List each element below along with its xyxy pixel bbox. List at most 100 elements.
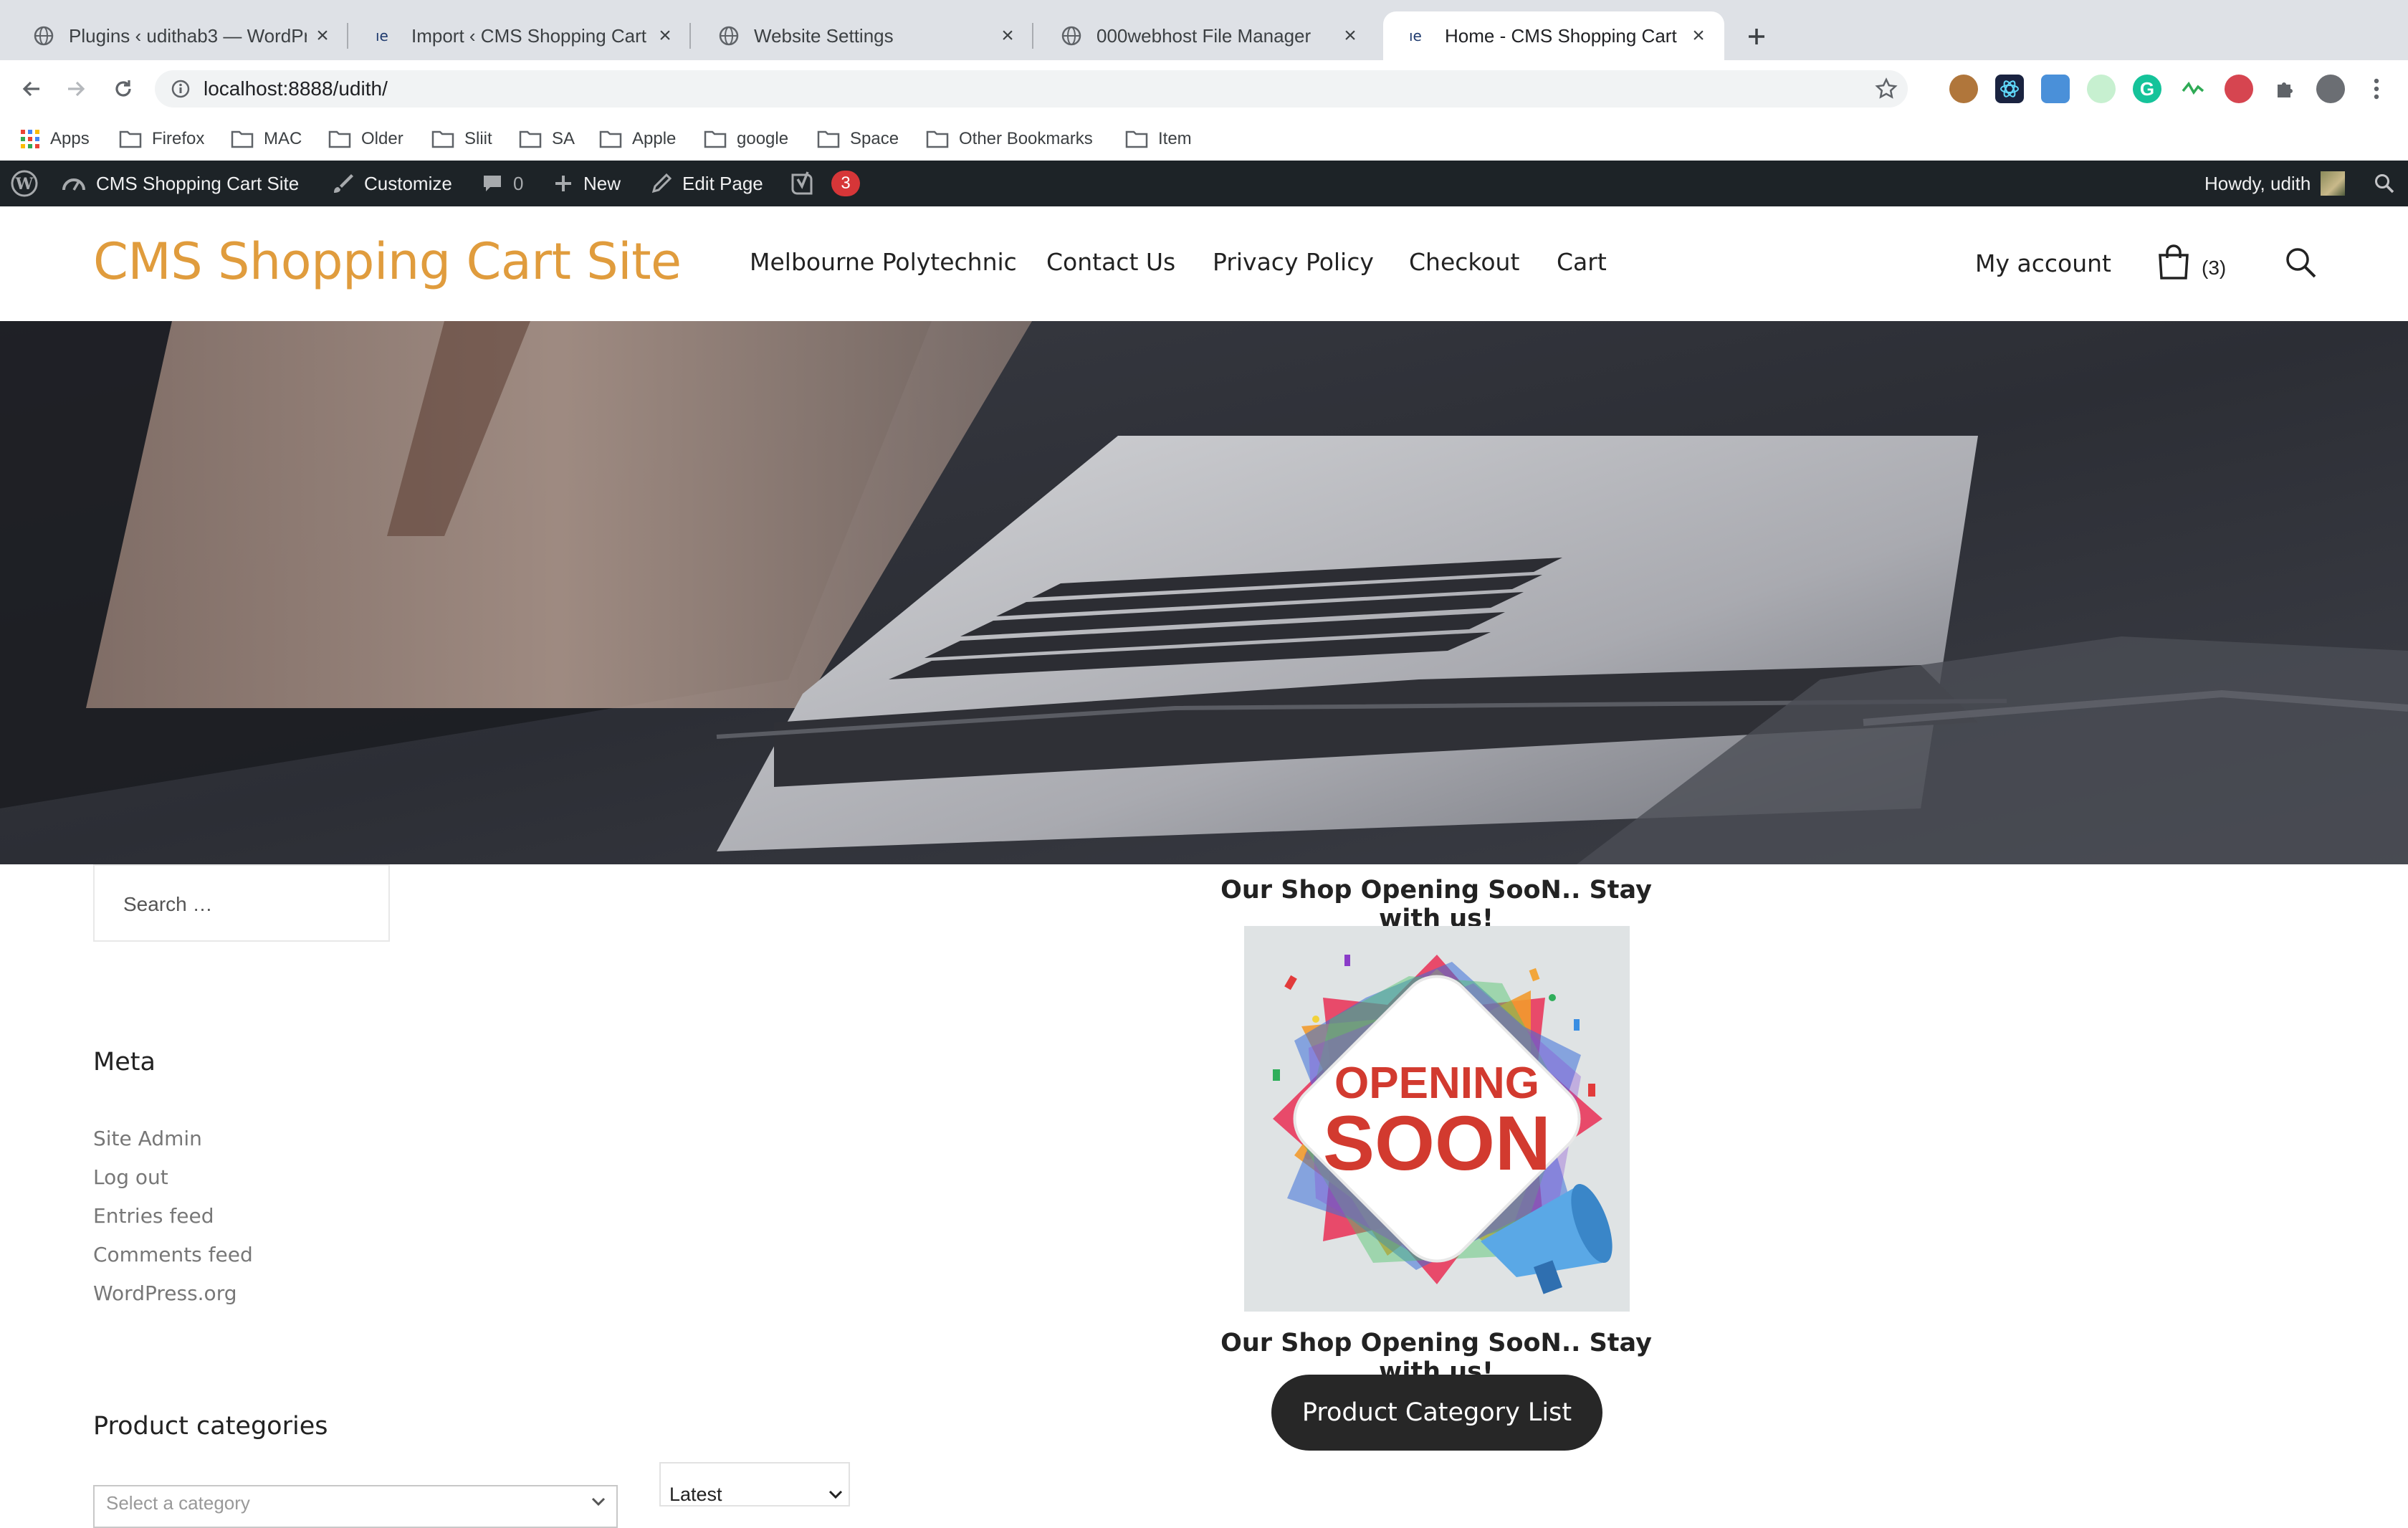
bookmark-folder[interactable]: SA [519, 118, 575, 161]
bookmark-folder[interactable]: Older [328, 118, 403, 161]
globe-icon [33, 25, 54, 47]
admin-bar-new[interactable]: New [553, 161, 621, 206]
meta-widget-title: Meta [93, 1048, 156, 1076]
kebab-menu-icon[interactable] [2362, 75, 2391, 103]
puzzle-icon[interactable] [2270, 75, 2299, 103]
bookmark-folder[interactable]: Apple [599, 118, 676, 161]
folder-icon [519, 130, 542, 148]
browser-tab[interactable]: ıe Import ‹ CMS Shopping Cart Si × [350, 11, 691, 60]
admin-bar-my-account[interactable]: Howdy, udith [2204, 161, 2346, 206]
apps-grid-icon [21, 130, 39, 148]
meta-link-log-out[interactable]: Log out [93, 1165, 168, 1189]
react-extension-icon[interactable] [1995, 75, 2024, 103]
bookmark-folder[interactable]: Item [1125, 118, 1192, 161]
menu-item-privacy-policy[interactable]: Privacy Policy [1213, 248, 1374, 276]
tab-title: 000webhost File Manager [1096, 24, 1312, 47]
hero-laptop-image [0, 321, 2408, 864]
tab-title: Website Settings [754, 24, 894, 47]
close-tab-icon[interactable]: × [1340, 24, 1360, 47]
wp-site-icon: ıe [1409, 25, 1430, 47]
close-tab-icon[interactable]: × [1688, 24, 1709, 47]
address-bar[interactable]: localhost:8888/udith/ [155, 70, 1908, 108]
bookmark-folder[interactable]: Other Bookmarks [926, 118, 1093, 161]
color-extension-icon[interactable] [2087, 75, 2116, 103]
forward-arrow-icon [68, 81, 85, 97]
product-categories-title: Product categories [93, 1412, 328, 1441]
search-icon[interactable] [2283, 245, 2318, 280]
admin-bar-yoast[interactable]: 3 [790, 161, 860, 206]
menu-item-cart[interactable]: Cart [1557, 248, 1607, 276]
admin-bar-site-name[interactable]: CMS Shopping Cart Site [62, 161, 299, 206]
svg-text:ıe: ıe [1409, 28, 1422, 44]
menu-item-checkout[interactable]: Checkout [1409, 248, 1519, 276]
meta-link-wordpress-org[interactable]: WordPress.org [93, 1281, 236, 1305]
browser-tab[interactable]: Website Settings × [692, 11, 1033, 60]
soon-text: SOON [1323, 1099, 1551, 1186]
pencil-icon [651, 173, 672, 194]
bookmark-apps[interactable]: Apps [20, 118, 90, 161]
shopping-bag-icon[interactable] [2156, 244, 2192, 281]
admin-bar-edit-page[interactable]: Edit Page [651, 161, 763, 206]
close-tab-icon[interactable]: × [312, 24, 333, 47]
sort-select[interactable]: Latest [659, 1462, 850, 1506]
shop-opening-heading: Our Shop Opening SooN.. Stay with us! [1220, 876, 1652, 933]
reload-button[interactable] [103, 69, 143, 109]
forward-button[interactable] [56, 69, 96, 109]
site-title[interactable]: CMS Shopping Cart Site [93, 232, 682, 291]
folder-icon [431, 130, 454, 148]
bookmark-folder[interactable]: Sliit [431, 118, 492, 161]
close-tab-icon[interactable]: × [998, 24, 1018, 47]
browser-tab-strip: Plugins ‹ udithab3 — WordPre × ıe Import… [0, 0, 2408, 60]
url-text: localhost:8888/udith/ [204, 77, 388, 100]
browser-tab[interactable]: Plugins ‹ udithab3 — WordPre × [7, 11, 348, 60]
browser-tab[interactable]: 000webhost File Manager × [1035, 11, 1376, 60]
bookmark-folder[interactable]: Firefox [119, 118, 204, 161]
info-icon[interactable] [171, 79, 191, 99]
comment-bubble-icon [484, 176, 501, 191]
folder-icon [328, 130, 351, 148]
adblock-extension-icon[interactable] [2225, 75, 2253, 103]
bookmark-folder[interactable]: Space [817, 118, 899, 161]
folder-icon [231, 130, 254, 148]
admin-bar-comments[interactable]: 0 [482, 161, 523, 206]
admin-bar-customize[interactable]: Customize [331, 161, 452, 206]
grammarly-icon[interactable]: G [2133, 75, 2161, 103]
profile-avatar[interactable] [2316, 75, 2345, 103]
menu-item-melbourne-polytechnic[interactable]: Melbourne Polytechnic [750, 248, 1017, 276]
folder-icon [599, 130, 622, 148]
my-account-link[interactable]: My account [1975, 249, 2111, 277]
meta-link-entries-feed[interactable]: Entries feed [93, 1204, 214, 1228]
menu-item-contact-us[interactable]: Contact Us [1046, 248, 1175, 276]
tab-title: Plugins ‹ udithab3 — WordPre [69, 24, 307, 47]
new-tab-button[interactable] [1737, 17, 1776, 56]
notification-badge: 3 [831, 171, 860, 196]
browser-tab-active[interactable]: ıe Home - CMS Shopping Cart Si × [1383, 11, 1724, 60]
wordpress-logo-icon[interactable]: W [10, 161, 49, 206]
folder-icon [817, 130, 840, 148]
cart-count[interactable]: (3) [2202, 257, 2226, 280]
bookmark-folder[interactable]: google [704, 118, 788, 161]
plus-icon [555, 176, 571, 191]
bookmarks-bar: Apps Firefox MAC Older Sliit SA Apple go… [0, 118, 2408, 161]
svg-text:ıe: ıe [376, 28, 388, 44]
admin-bar-search-icon[interactable] [2374, 161, 2405, 206]
yoast-icon [791, 171, 813, 195]
back-button[interactable] [11, 69, 52, 109]
category-select[interactable]: Select a category [93, 1485, 618, 1528]
meta-link-comments-feed[interactable]: Comments feed [93, 1243, 253, 1266]
reload-icon [115, 80, 131, 97]
meta-link-site-admin[interactable]: Site Admin [93, 1127, 202, 1150]
bookmark-star-icon[interactable] [1875, 77, 1898, 100]
pulse-extension-icon[interactable] [2179, 75, 2207, 103]
cookie-extension-icon[interactable] [1949, 75, 1978, 103]
paintbrush-icon [334, 174, 353, 193]
site-header: CMS Shopping Cart Site Melbourne Polytec… [0, 206, 2408, 321]
drive-extension-icon[interactable] [2041, 75, 2070, 103]
sidebar-search-input[interactable]: Search … [93, 864, 390, 942]
back-arrow-icon [22, 81, 39, 97]
svg-text:W: W [15, 175, 34, 194]
bookmark-folder[interactable]: MAC [231, 118, 302, 161]
product-category-list-button[interactable]: Product Category List [1271, 1375, 1602, 1451]
opening-soon-image: OPENING SOON [1244, 926, 1630, 1312]
close-tab-icon[interactable]: × [655, 24, 675, 47]
